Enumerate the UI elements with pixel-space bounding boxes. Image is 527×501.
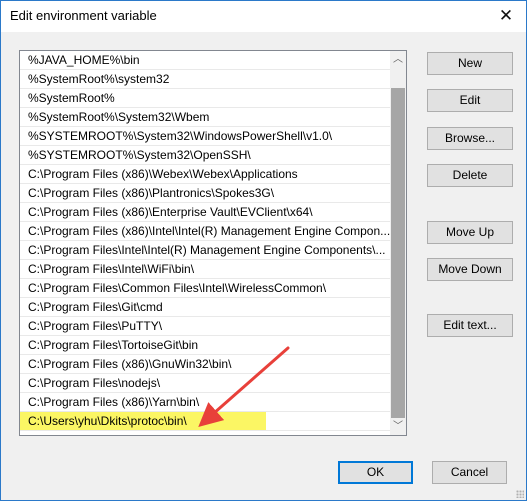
list-item[interactable]: C:\Program Files\Common Files\Intel\Wire… — [20, 279, 391, 298]
scroll-down-icon[interactable]: ﹀ — [390, 418, 406, 435]
move-down-button[interactable]: Move Down — [427, 258, 513, 281]
browse-button[interactable]: Browse... — [427, 127, 513, 150]
list-item[interactable]: C:\Program Files\Git\cmd — [20, 298, 391, 317]
list-item[interactable]: C:\Program Files (x86)\Yarn\bin\ — [20, 393, 391, 412]
list-item[interactable]: %SystemRoot% — [20, 89, 391, 108]
list-item[interactable]: %SYSTEMROOT%\System32\OpenSSH\ — [20, 146, 391, 165]
list-item[interactable]: C:\Program Files (x86)\Plantronics\Spoke… — [20, 184, 391, 203]
edit-text-button[interactable]: Edit text... — [427, 314, 513, 337]
list-item[interactable]: C:\Program Files\TortoiseGit\bin — [20, 336, 391, 355]
edit-button[interactable]: Edit — [427, 89, 513, 112]
cancel-button[interactable]: Cancel — [432, 461, 507, 484]
list-item[interactable]: C:\Program Files (x86)\Webex\Webex\Appli… — [20, 165, 391, 184]
resize-grip-icon[interactable] — [516, 490, 524, 498]
list-item[interactable]: C:\Program Files (x86)\Enterprise Vault\… — [20, 203, 391, 222]
path-list[interactable]: C:\Users\yhu\Dkits\protoc\bin\ C:\Program… — [19, 50, 407, 436]
move-up-button[interactable]: Move Up — [427, 221, 513, 244]
list-item[interactable]: C:\Program Files\nodejs\ — [20, 374, 391, 393]
edit-env-variable-dialog: Edit environment variable ✕ C:\Users\yhu… — [0, 0, 527, 501]
list-item[interactable]: %JAVA_HOME%\bin — [20, 51, 391, 70]
new-button[interactable]: New — [427, 52, 513, 75]
delete-button[interactable]: Delete — [427, 164, 513, 187]
list-item[interactable]: C:\Program Files\PuTTY\ — [20, 317, 391, 336]
ok-button[interactable]: OK — [338, 461, 413, 484]
list-item[interactable]: C:\Program Files (x86)\GnuWin32\bin\ — [20, 355, 391, 374]
close-icon[interactable]: ✕ — [486, 1, 526, 32]
list-item[interactable]: C:\Program Files\Intel\WiFi\bin\ — [20, 260, 391, 279]
list-item[interactable]: %SystemRoot%\System32\Wbem — [20, 108, 391, 127]
scroll-up-icon[interactable]: ︿ — [390, 51, 406, 68]
list-item[interactable]: C:\Program Files (x86)\Intel\Intel(R) Ma… — [20, 222, 391, 241]
list-item[interactable]: %SystemRoot%\system32 — [20, 70, 391, 89]
scrollbar-thumb[interactable] — [391, 88, 405, 418]
dialog-title: Edit environment variable — [10, 8, 157, 23]
list-item[interactable]: C:\Program Files\Intel\Intel(R) Manageme… — [20, 241, 391, 260]
list-item[interactable]: %SYSTEMROOT%\System32\WindowsPowerShell\… — [20, 127, 391, 146]
list-item-highlighted[interactable]: C:\Users\yhu\Dkits\protoc\bin\ — [20, 412, 391, 431]
title-bar: Edit environment variable ✕ — [1, 1, 526, 32]
vertical-scrollbar[interactable]: ︿ ﹀ — [390, 51, 406, 435]
